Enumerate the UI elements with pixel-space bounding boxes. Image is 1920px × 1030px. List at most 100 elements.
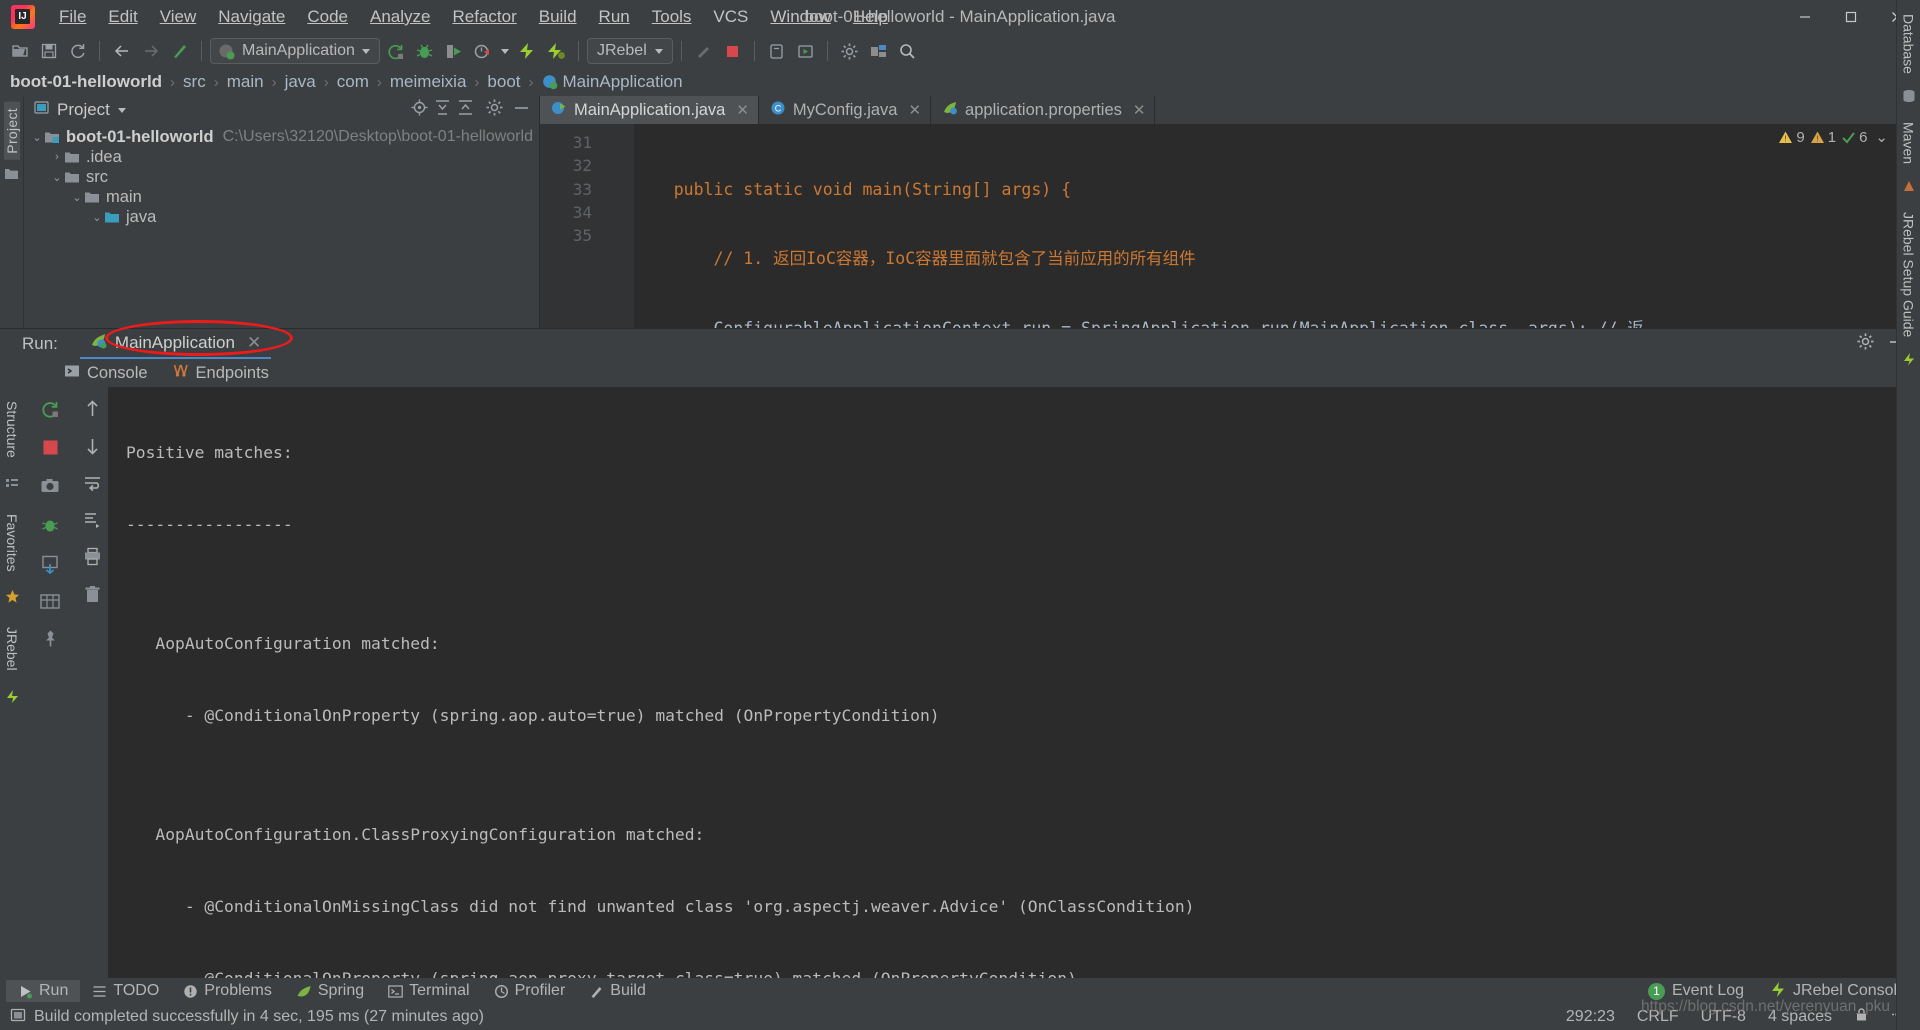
status-tool-problems[interactable]: Problems [171, 980, 284, 1002]
jrebel-icon[interactable] [5, 689, 20, 709]
tab-close-icon-0[interactable]: ✕ [736, 101, 749, 119]
menu-analyze[interactable]: Analyze [359, 3, 441, 31]
menu-build[interactable]: Build [528, 3, 588, 31]
print-icon[interactable] [83, 547, 102, 571]
open-folder-icon[interactable] [6, 38, 33, 65]
warning-count[interactable]: ! 9 [1778, 129, 1805, 146]
breadcrumb-item-1[interactable]: src [183, 72, 206, 92]
settings-icon[interactable] [836, 38, 863, 65]
jrebel-debug-icon[interactable] [543, 38, 570, 65]
jrebel-setup-icon[interactable] [1902, 351, 1916, 371]
build-icon[interactable] [166, 38, 193, 65]
tab-close-icon-1[interactable]: ✕ [908, 101, 921, 119]
search-everywhere-icon[interactable] [894, 38, 921, 65]
breadcrumb-item-7[interactable]: MainApplication [563, 72, 683, 92]
gear-icon[interactable] [485, 98, 504, 122]
chevron-expanded-icon-4[interactable]: ⌄ [90, 211, 104, 224]
caret-position[interactable]: 292:23 [1566, 1008, 1615, 1026]
sync-icon[interactable] [64, 38, 91, 65]
scroll-to-end-icon[interactable] [83, 511, 102, 533]
chevron-expanded-icon-3[interactable]: ⌄ [70, 191, 84, 204]
menu-code[interactable]: Code [296, 3, 359, 31]
forward-icon[interactable] [137, 38, 164, 65]
tab-close-icon-2[interactable]: ✕ [1133, 101, 1146, 119]
status-tool-terminal[interactable]: Terminal [376, 980, 481, 1002]
folder-icon[interactable] [4, 166, 19, 186]
trash-icon[interactable] [83, 585, 102, 609]
soft-wrap-icon[interactable] [83, 475, 102, 497]
table-icon[interactable] [40, 593, 60, 615]
breadcrumb-item-4[interactable]: com [337, 72, 369, 92]
code-area[interactable]: 31 32 33 34 35 public static void main(S… [540, 124, 1920, 328]
stop-icon[interactable] [719, 38, 746, 65]
status-tool-run[interactable]: Run [6, 980, 81, 1002]
tool-button-maven[interactable]: Maven [1901, 116, 1917, 170]
breadcrumb-item-5[interactable]: meimeixia [390, 72, 467, 92]
star-icon[interactable] [5, 589, 20, 609]
attach-debugger-icon[interactable] [763, 38, 790, 65]
breadcrumb-item-2[interactable]: main [227, 72, 264, 92]
menu-view[interactable]: View [149, 3, 208, 31]
inspection-chevron-icon[interactable]: ⌄ [1875, 128, 1888, 146]
build-project-icon[interactable] [382, 38, 409, 65]
run-tab-close-icon[interactable]: ✕ [247, 333, 261, 353]
scroll-down-icon[interactable] [84, 437, 101, 461]
tool-button-project[interactable]: Project [3, 102, 20, 160]
profile-icon[interactable] [469, 38, 496, 65]
tool-button-structure[interactable]: Structure [4, 393, 20, 466]
update-app-icon[interactable] [690, 38, 717, 65]
expand-all-icon[interactable] [433, 98, 452, 122]
check-count[interactable]: 6 [1841, 129, 1867, 146]
tool-button-database[interactable]: Database [1901, 8, 1917, 80]
error-count[interactable]: ! 1 [1810, 129, 1836, 146]
collapse-all-icon[interactable] [456, 98, 475, 122]
maven-icon[interactable] [1902, 178, 1916, 198]
tree-node-idea[interactable]: › .idea [24, 147, 539, 167]
tree-node-project-root[interactable]: ⌄ boot-01-helloworld C:\Users\32120\Desk… [24, 127, 539, 147]
subtab-endpoints[interactable]: Endpoints [172, 362, 269, 384]
tree-node-java[interactable]: ⌄ java [24, 207, 539, 227]
tree-node-src[interactable]: ⌄ src [24, 167, 539, 187]
console-output[interactable]: Positive matches: ----------------- AopA… [108, 387, 1920, 978]
chevron-expanded-icon[interactable]: ⌄ [30, 131, 44, 144]
menu-navigate[interactable]: Navigate [207, 3, 296, 31]
locate-file-icon[interactable] [410, 98, 429, 122]
status-tool-todo[interactable]: TODO [80, 980, 171, 1002]
chevron-expanded-icon-2[interactable]: ⌄ [50, 171, 64, 184]
menu-refactor[interactable]: Refactor [441, 3, 527, 31]
chevron-right-icon[interactable]: › [50, 151, 64, 163]
rerun-icon[interactable] [40, 399, 60, 424]
tree-node-main[interactable]: ⌄ main [24, 187, 539, 207]
minimize-button[interactable] [1782, 0, 1828, 34]
code-text[interactable]: public static void main(String[] args) {… [634, 124, 1920, 328]
stop-process-icon[interactable] [41, 438, 60, 462]
maximize-button[interactable] [1828, 0, 1874, 34]
hide-panel-icon[interactable] [512, 98, 531, 122]
tool-button-jrebel-setup[interactable]: JRebel Setup Guide [1901, 206, 1917, 343]
tab-myconfig-java[interactable]: C MyConfig.java ✕ [759, 96, 932, 124]
scroll-up-icon[interactable] [84, 399, 101, 423]
gear-icon-run[interactable] [1856, 332, 1875, 356]
thread-dump-icon[interactable] [40, 515, 60, 540]
tab-application-properties[interactable]: application.properties ✕ [931, 96, 1156, 124]
menu-tools[interactable]: Tools [641, 3, 703, 31]
fold-gutter[interactable] [602, 124, 634, 328]
profile-dropdown-icon[interactable] [498, 38, 512, 65]
status-tool-profiler[interactable]: Profiler [482, 980, 578, 1002]
breadcrumb-item-6[interactable]: boot [487, 72, 520, 92]
menu-run[interactable]: Run [588, 3, 641, 31]
run-with-coverage-icon[interactable] [440, 38, 467, 65]
structure-icon[interactable] [5, 476, 19, 496]
export-icon[interactable] [40, 554, 60, 579]
jrebel-selector[interactable]: JRebel [586, 38, 673, 64]
tool-button-jrebel[interactable]: JRebel [4, 619, 20, 679]
debug-icon[interactable] [411, 38, 438, 65]
run-configuration-selector[interactable]: MainApplication [210, 38, 380, 64]
inspection-widget[interactable]: ! 9 ! 1 6 ⌄ [1778, 128, 1888, 146]
tool-button-favorites[interactable]: Favorites [4, 506, 20, 580]
back-icon[interactable] [108, 38, 135, 65]
save-all-icon[interactable] [35, 38, 62, 65]
project-structure-icon[interactable] [865, 38, 892, 65]
status-tool-spring[interactable]: Spring [284, 980, 376, 1002]
menu-edit[interactable]: Edit [97, 3, 148, 31]
